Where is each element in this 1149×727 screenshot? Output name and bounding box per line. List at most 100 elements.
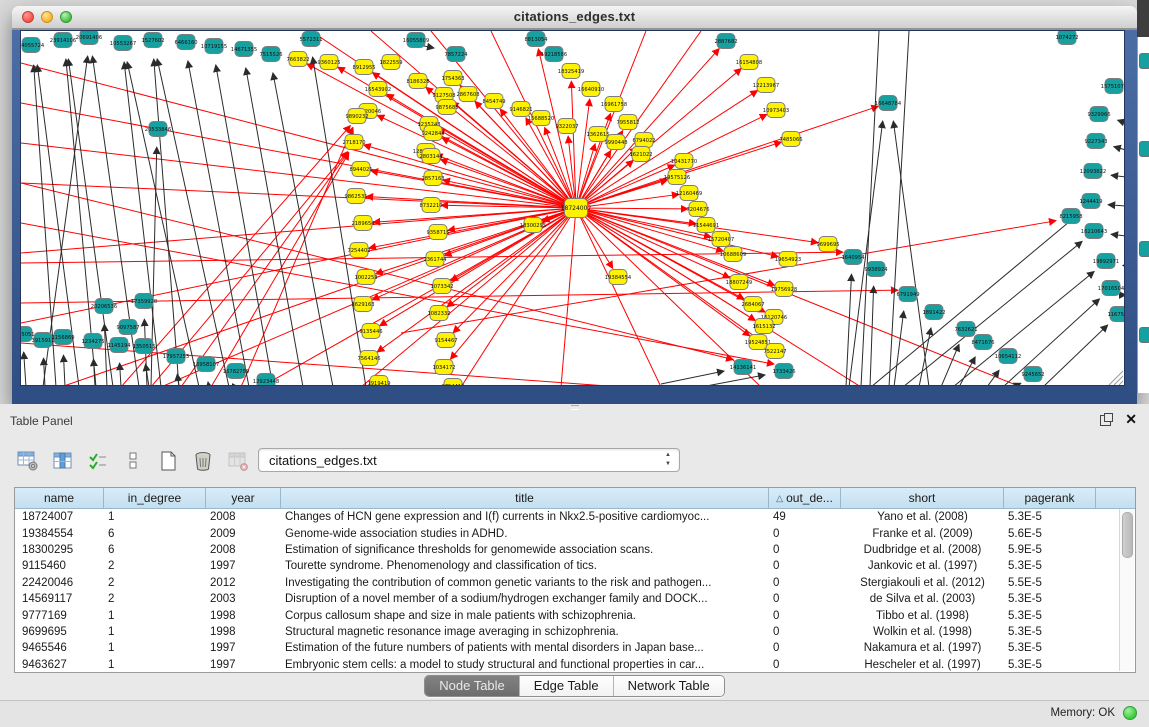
network-node[interactable]: 14671355 [231,42,257,57]
network-node[interactable]: 9227343 [1084,134,1107,149]
network-node[interactable]: 1002253 [354,270,377,285]
network-node[interactable]: 8912955 [352,60,375,75]
network-node[interactable]: 8471676 [971,335,994,350]
column-header-out_degree[interactable]: △out_de... [769,488,841,508]
network-node[interactable]: 6791949 [896,287,919,302]
table-row[interactable]: 946362711997Embryonic stem cells: a mode… [15,657,1135,673]
network-node[interactable]: 9938924 [864,262,888,277]
network-node[interactable]: 2361744 [423,252,447,267]
network-node[interactable]: 8186328 [406,74,429,89]
network-node[interactable]: 1074272 [1055,31,1078,45]
close-panel-icon[interactable]: ✕ [1125,412,1137,426]
column-header-pagerank[interactable]: pagerank [1004,488,1096,508]
network-node[interactable]: 12160469 [676,186,702,201]
network-node[interactable]: 1167533 [1107,307,1125,322]
table-row[interactable]: 1938455462009Genome-wide association stu… [15,525,1135,541]
network-node[interactable]: 1244419 [1079,194,1102,209]
network-node[interactable]: 17016504 [1098,281,1125,296]
network-node[interactable]: 9097587 [116,320,139,335]
canvas-resize-grip[interactable] [1109,371,1123,385]
network-node[interactable]: 1615132 [752,319,775,334]
network-node[interactable]: 10654112 [995,349,1021,364]
network-node[interactable]: 9358715 [426,225,449,240]
network-node[interactable]: 1156869 [51,330,74,345]
network-node[interactable]: 9135446 [359,324,382,339]
column-header-year[interactable]: year [206,488,281,508]
network-node[interactable]: 18724007 [561,199,592,218]
table-row[interactable]: 911546021997Tourette syndrome. Phenomeno… [15,558,1135,574]
network-node[interactable]: 1082332 [427,306,450,321]
network-node[interactable]: 2718170 [342,135,365,150]
table-row[interactable]: 1830029562008Estimation of significance … [15,542,1135,558]
network-node[interactable]: 16961758 [601,97,627,112]
network-node[interactable]: 19654923 [775,252,801,267]
network-node[interactable]: 9360125 [317,55,340,70]
window-titlebar[interactable]: citations_edges.txt [12,6,1137,29]
network-node[interactable]: 9862531 [344,189,367,204]
network-node[interactable]: 9754412 [441,379,464,387]
network-node[interactable]: 18325419 [558,64,584,79]
network-node[interactable]: 7515526 [259,47,282,62]
network-node[interactable]: 23914106 [50,33,76,48]
table-scrollbar[interactable] [1119,509,1134,671]
network-node[interactable]: 6466160 [174,35,197,50]
network-node[interactable]: 7632621 [954,322,977,337]
network-node[interactable]: 19892971 [1093,254,1119,269]
network-node[interactable]: 7204676 [686,202,709,217]
network-node[interactable]: 1919419 [367,376,390,387]
network-node[interactable]: 8813054 [524,32,548,47]
network-node[interactable]: 9146821 [509,102,532,117]
network-node[interactable]: 15720407 [708,232,734,247]
network-node[interactable]: 2867608 [456,87,479,102]
network-node[interactable]: 14055724 [21,38,45,53]
network-canvas-svg[interactable]: 1405572423914106206914061055326715276026… [21,31,1125,386]
tab-edge-table[interactable]: Edge Table [520,676,614,696]
tab-network-table[interactable]: Network Table [614,676,724,696]
network-node[interactable]: 10688609 [720,247,746,262]
network-node[interactable]: 19384554 [605,270,632,285]
network-node[interactable]: 7485066 [779,132,802,147]
column-header-title[interactable]: title [281,488,769,508]
network-node[interactable]: 2857163 [421,171,444,186]
network-node[interactable]: 7522147 [763,344,786,359]
network-node[interactable]: 10973403 [763,103,789,118]
network-canvas[interactable]: 1405572423914106206914061055326715276026… [20,30,1125,386]
network-node[interactable]: 9322037 [555,119,578,134]
network-node[interactable]: 10431770 [671,154,697,169]
scrollbar-thumb[interactable] [1122,512,1133,558]
network-node[interactable]: 9699695 [816,237,839,252]
network-node[interactable]: 16640910 [578,82,604,97]
table-selector-dropdown[interactable]: citations_edges.txt ▲▼ [258,448,680,472]
network-node[interactable]: 11544691 [693,218,719,233]
network-node[interactable]: 1629163 [351,297,374,312]
delete-column-button[interactable] [189,447,217,475]
network-node[interactable]: 7254402 [347,243,370,258]
network-node[interactable]: 12093822 [1080,164,1106,179]
network-node[interactable]: 14136141 [730,360,756,375]
network-node[interactable]: 1754363 [441,71,464,86]
show-columns-button[interactable] [49,447,77,475]
network-node[interactable]: 19218586 [541,47,567,62]
column-header-in_degree[interactable]: in_degree [104,488,206,508]
network-node[interactable]: 1733426 [772,364,795,379]
network-node[interactable]: 16055809 [403,33,429,48]
column-header-short[interactable]: short [841,488,1004,508]
network-node[interactable]: 8215958 [1059,209,1082,224]
network-node[interactable]: 9245652 [1021,367,1044,382]
network-node[interactable]: 2803144 [419,149,443,164]
table-row[interactable]: 2242004622012Investigating the contribut… [15,575,1135,591]
deselect-all-button[interactable] [119,447,147,475]
select-all-button[interactable] [84,447,112,475]
network-node[interactable]: 19756928 [771,282,797,297]
network-node[interactable]: 5572311 [299,32,322,47]
network-node[interactable]: 1073342 [430,279,453,294]
network-node[interactable]: 8732210 [419,198,442,213]
network-node[interactable]: 16210643 [1081,224,1107,239]
network-node[interactable]: 1034172 [432,360,455,375]
network-node[interactable]: 1527602 [141,33,164,48]
network-node[interactable]: 9875685 [435,100,458,115]
network-node[interactable]: 1640954 [841,250,865,265]
network-node[interactable]: 7955812 [616,115,639,130]
network-node[interactable]: 2189654 [351,216,375,231]
network-node[interactable]: 16648784 [875,96,902,111]
